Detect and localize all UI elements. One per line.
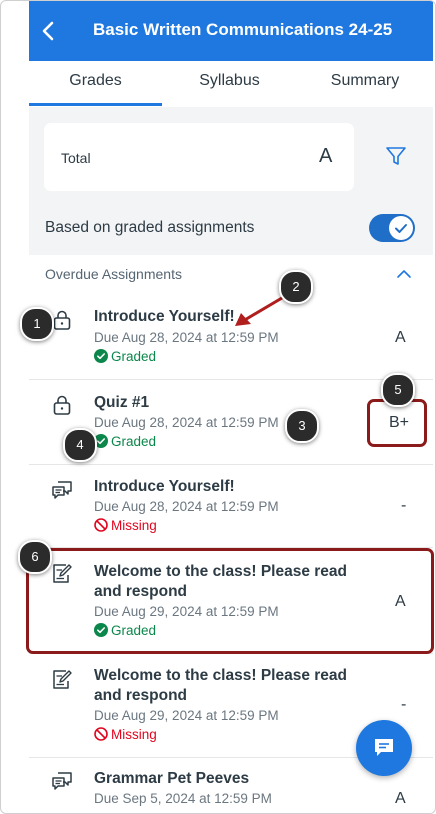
assignment-grade: - [401,497,407,514]
tab-grades[interactable]: Grades [29,61,162,106]
assignment-status: Missing [94,518,157,533]
total-grade-value: A [319,145,333,167]
status-text: Graded [111,434,157,449]
graded-check-icon [94,349,108,363]
section-title: Overdue Assignments [45,266,182,282]
missing-icon [94,727,108,741]
assignment-status: Missing [94,727,157,742]
assignment-due-date: Due Aug 28, 2024 at 12:59 PM [94,415,279,430]
assignment-status: Graded [94,434,156,449]
assignment-due-date: Due Aug 28, 2024 at 12:59 PM [94,330,279,345]
course-title: Basic Written Communications 24-25 [93,20,393,39]
highlight-box-row [26,548,434,654]
compose-message-button[interactable] [356,720,412,776]
lock-icon [53,395,71,415]
toggle-knob [389,216,413,240]
assignment-due-date: Due Sep 5, 2024 at 12:59 PM [94,791,272,806]
assignment-grade: - [401,696,407,713]
status-text: Graded [111,349,157,364]
active-tab-indicator [29,103,162,106]
assignment-row[interactable]: Introduce Yourself! Due Aug 28, 2024 at … [29,465,433,548]
callout-badge: 6 [18,540,52,574]
checkmark-icon [395,224,407,233]
assignment-icon [53,670,72,689]
missing-icon [94,518,108,532]
discussion-icon [52,772,72,790]
callout-badge: 3 [285,409,319,443]
tab-bar: Grades Syllabus Summary [29,61,433,108]
assignment-name: Introduce Yourself! [94,478,235,495]
message-icon [375,739,393,756]
callout-badge: 1 [20,307,54,341]
based-on-graded-label: Based on graded assignments [45,219,255,236]
assignment-grade: A [395,329,406,346]
assignment-status: Graded [94,349,156,364]
total-grade-card: Total A [44,123,354,191]
app-bar: Basic Written Communications 24-25 [29,1,433,61]
callout-badge: 5 [381,373,415,407]
assignment-name: Quiz #1 [94,394,150,411]
discussion-icon [52,481,72,499]
total-label: Total [61,150,91,166]
tab-summary[interactable]: Summary [297,61,433,106]
grade-summary-panel: Total A Based on graded assignments [29,107,433,255]
filter-icon[interactable] [385,145,407,167]
status-text: Missing [111,518,157,533]
assignment-name: Introduce Yourself! [94,308,235,325]
callout-badge: 2 [279,270,313,304]
screenshot-frame: Basic Written Communications 24-25 Grade… [0,0,436,814]
callout-badge: 4 [63,428,97,462]
lock-icon [53,310,71,330]
assignment-due-date: Due Aug 29, 2024 at 12:59 PM [94,708,279,723]
based-on-graded-toggle[interactable] [369,214,415,242]
tab-syllabus[interactable]: Syllabus [162,61,297,106]
assignment-grade: A [395,790,406,807]
back-arrow-icon[interactable] [35,17,63,45]
chevron-up-icon[interactable] [395,267,413,281]
assignment-due-date: Due Aug 28, 2024 at 12:59 PM [94,499,279,514]
status-text: Missing [111,727,157,742]
assignment-name: Grammar Pet Peeves [94,770,250,787]
overdue-section-header[interactable]: Overdue Assignments [29,255,433,293]
assignment-name: Welcome to the class! Please read and re… [94,667,347,704]
